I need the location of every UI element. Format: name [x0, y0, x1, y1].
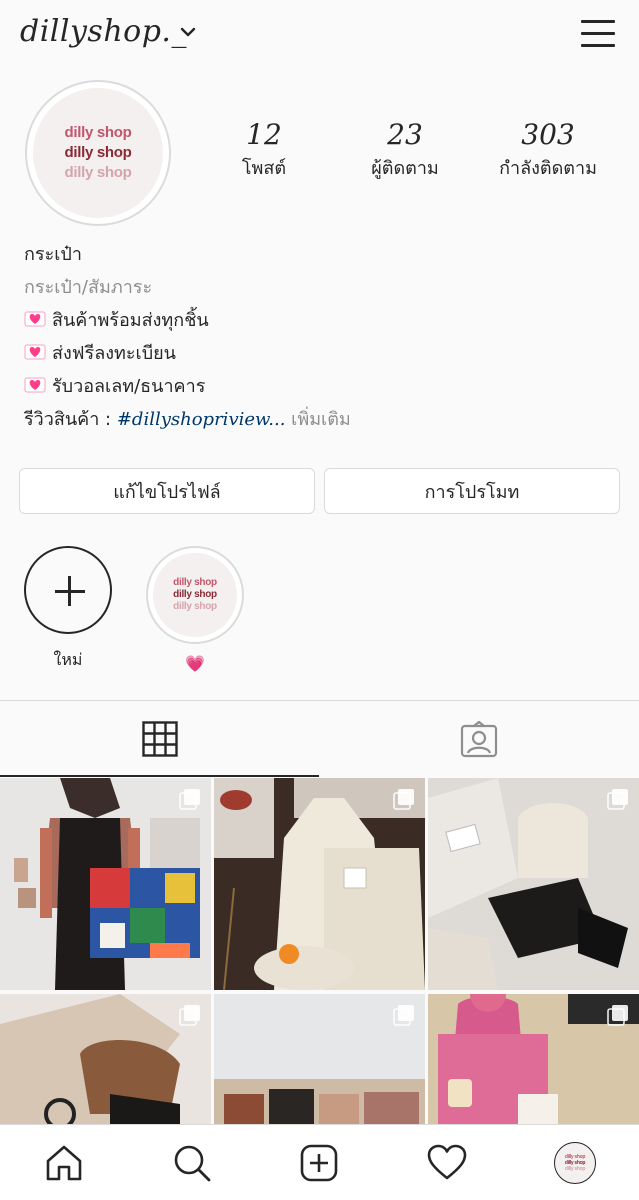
bio-line: สินค้าพร้อมส่งทุกชิ้น — [24, 304, 624, 337]
multiple-photos-icon — [179, 1005, 200, 1026]
chevron-down-icon[interactable] — [180, 26, 196, 40]
shop-logo: dilly shop dilly shop dilly shop — [33, 88, 163, 218]
posts-count[interactable]: 12 โพสต์ — [222, 118, 306, 182]
bio-line: ส่งฟรีลงทะเบียน — [24, 337, 624, 370]
story-highlight[interactable]: dilly shop dilly shop dilly shop 💗 — [146, 546, 244, 673]
bio-line: รับวอลเลท/ธนาคาร — [24, 370, 624, 403]
post-thumbnail[interactable] — [214, 994, 425, 1124]
tab-posts-grid[interactable] — [0, 701, 319, 777]
post-thumbnail[interactable] — [0, 994, 211, 1124]
post-thumbnail[interactable] — [0, 778, 211, 990]
edit-profile-button[interactable]: แก้ไขโปรไฟล์ — [19, 468, 315, 514]
promotions-button[interactable]: การโปรโมท — [324, 468, 620, 514]
multiple-photos-icon — [393, 789, 414, 810]
profile-picture[interactable]: dilly shop dilly shop dilly shop — [25, 80, 171, 226]
tagged-icon — [460, 721, 498, 758]
post-thumbnail[interactable] — [428, 994, 639, 1124]
heart-letter-icon — [24, 311, 46, 327]
home-icon[interactable] — [44, 1143, 84, 1183]
profile-tabs — [0, 700, 639, 777]
search-icon[interactable] — [172, 1143, 212, 1183]
heart-letter-icon — [24, 344, 46, 360]
multiple-photos-icon — [607, 789, 628, 810]
bio-review-line: รีวิวสินค้า : #dillyshopriview... เพิ่มเ… — [24, 409, 351, 430]
post-thumbnail[interactable] — [214, 778, 425, 990]
more-link[interactable]: เพิ่มเติม — [285, 409, 351, 430]
grid-icon — [142, 721, 178, 757]
heart-letter-icon — [24, 377, 46, 393]
add-post-icon[interactable] — [299, 1143, 339, 1183]
post-thumbnail[interactable] — [428, 778, 639, 990]
highlight-cover: dilly shop dilly shop dilly shop — [146, 546, 244, 644]
bottom-nav: dilly shop dilly shop dilly shop — [0, 1124, 639, 1200]
account-username[interactable]: dillyshop._ — [20, 14, 187, 49]
profile-name: กระเป๋า — [24, 244, 82, 265]
multiple-photos-icon — [179, 789, 200, 810]
plus-icon — [24, 546, 112, 634]
new-highlight[interactable]: ใหม่ — [24, 546, 112, 673]
tab-tagged[interactable] — [320, 701, 639, 777]
heart-icon[interactable] — [427, 1143, 467, 1183]
profile-bio: กระเป๋า กระเป๋า/สัมภาระ สินค้าพร้อมส่งทุ… — [24, 238, 624, 436]
review-hashtag[interactable]: #dillyshopriview... — [117, 409, 286, 430]
followers-count[interactable]: 23 ผู้ติดตาม — [352, 118, 458, 182]
multiple-photos-icon — [607, 1005, 628, 1026]
top-bar: dillyshop._ — [0, 0, 639, 72]
multiple-photos-icon — [393, 1005, 414, 1026]
profile-category: กระเป๋า/สัมภาระ — [24, 277, 153, 298]
highlight-label: 💗 — [185, 654, 205, 673]
following-count[interactable]: 303 กำลังติดตาม — [488, 118, 608, 182]
profile-avatar[interactable]: dilly shop dilly shop dilly shop — [554, 1142, 596, 1184]
menu-icon[interactable] — [581, 20, 615, 50]
